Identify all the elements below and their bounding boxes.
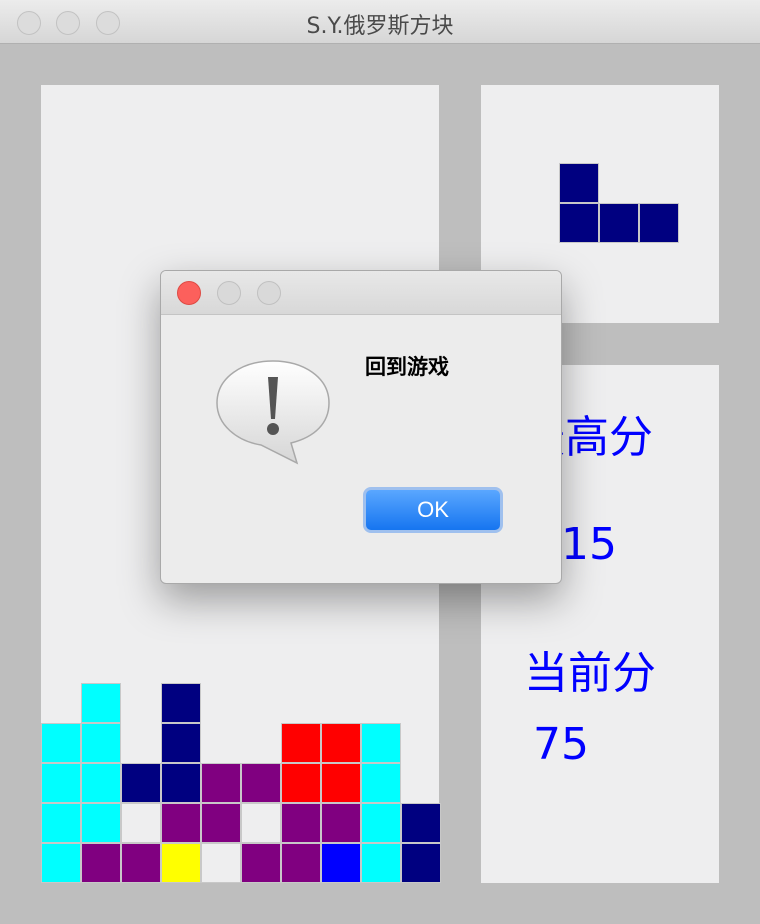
board-block (281, 723, 321, 763)
board-block (401, 843, 441, 883)
board-block (161, 803, 201, 843)
next-piece-block (639, 203, 679, 243)
next-piece-block (599, 203, 639, 243)
board-block (161, 763, 201, 803)
board-block (361, 843, 401, 883)
board-block (321, 803, 361, 843)
current-score-label: 当前分 (524, 648, 656, 699)
board-block (281, 843, 321, 883)
board-block (121, 843, 161, 883)
board-block (41, 803, 81, 843)
board-block (401, 803, 441, 843)
board-block (361, 803, 401, 843)
board-block (321, 763, 361, 803)
dialog-zoom-button[interactable] (257, 281, 281, 305)
board-block (121, 763, 161, 803)
board-block (81, 683, 121, 723)
board-block (321, 723, 361, 763)
next-piece-block (559, 163, 599, 203)
board-block (161, 723, 201, 763)
board-block (361, 763, 401, 803)
board-block (201, 843, 241, 883)
board-block (281, 803, 321, 843)
alert-dialog: 回到游戏 OK (160, 270, 562, 584)
board-block (41, 723, 81, 763)
board-block (81, 723, 121, 763)
board-block (41, 763, 81, 803)
window-title: S.Y.俄罗斯方块 (306, 14, 454, 39)
next-piece-preview (559, 163, 679, 243)
board-block (241, 843, 281, 883)
window-titlebar: S.Y.俄罗斯方块 (0, 0, 760, 44)
board-block (241, 803, 281, 843)
ok-button[interactable]: OK (363, 487, 503, 533)
board-block (81, 803, 121, 843)
board-block (361, 723, 401, 763)
board-block (81, 763, 121, 803)
dialog-titlebar (161, 271, 561, 315)
dialog-close-button[interactable] (177, 281, 201, 305)
board-block (321, 843, 361, 883)
board-block (161, 683, 201, 723)
board-block (241, 763, 281, 803)
board-block (81, 843, 121, 883)
dialog-minimize-button[interactable] (217, 281, 241, 305)
board-block (281, 763, 321, 803)
current-score-value: 75 (533, 719, 589, 770)
alert-icon (216, 360, 330, 465)
board-block (201, 763, 241, 803)
board-block (121, 803, 161, 843)
board-block (161, 843, 201, 883)
board-block (41, 843, 81, 883)
board-block (201, 803, 241, 843)
next-piece-block (559, 203, 599, 243)
dialog-message: 回到游戏 (365, 355, 449, 379)
